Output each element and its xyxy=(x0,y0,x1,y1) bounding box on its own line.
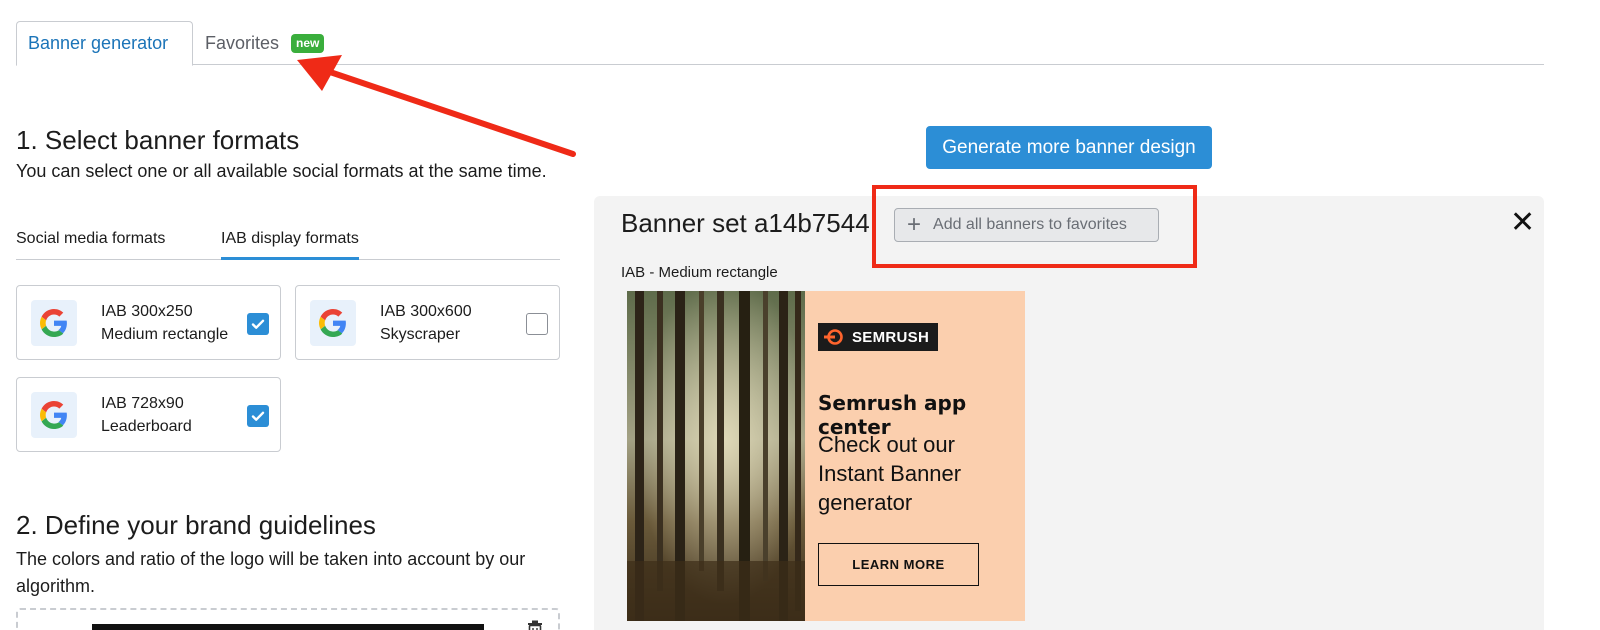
banner-set-title: Banner set a14b7544 xyxy=(621,208,870,238)
format-subtitle: Skyscraper xyxy=(380,326,461,343)
tab-banner-generator-label: Banner generator xyxy=(28,33,169,53)
tab-favorites-label: Favorites xyxy=(205,32,280,53)
ad-body: Check out our Instant Banner generator xyxy=(818,432,962,515)
google-g-icon xyxy=(31,392,77,438)
forest-image xyxy=(627,291,805,621)
semrush-flame-icon xyxy=(824,329,843,345)
format-title: IAB 728x90 xyxy=(101,395,184,412)
section-2-heading: 2. Define your brand guidelines xyxy=(16,510,376,540)
format-card-iab-300x600[interactable]: IAB 300x600 Skyscraper xyxy=(295,285,560,360)
subtab-iab-display[interactable]: IAB display formats xyxy=(221,230,359,260)
format-title: IAB 300x600 xyxy=(380,303,472,320)
format-subtitle: Leaderboard xyxy=(101,418,192,435)
section-2-description: The colors and ratio of the logo will be… xyxy=(16,549,526,596)
format-card-iab-300x250[interactable]: IAB 300x250 Medium rectangle xyxy=(16,285,281,360)
format-card-iab-728x90[interactable]: IAB 728x90 Leaderboard xyxy=(16,377,281,452)
semrush-logo: SEMRUSH xyxy=(818,323,938,351)
highlight-annotation xyxy=(872,185,1197,268)
ad-content: SEMRUSH Semrush app center Check out our… xyxy=(805,291,1025,621)
format-subtitle: Medium rectangle xyxy=(101,326,229,343)
new-badge: new xyxy=(291,33,325,53)
learn-more-button[interactable]: LEARN MORE xyxy=(818,543,979,586)
main-tabs: Banner generator Favorites new xyxy=(16,21,1544,66)
section-1-description: You can select one or all available soci… xyxy=(16,161,547,181)
logo-dropzone[interactable] xyxy=(16,608,560,630)
tab-banner-generator[interactable]: Banner generator xyxy=(16,21,193,66)
format-subtabs: Social media formats IAB display formats xyxy=(16,224,560,260)
subtab-social-media[interactable]: Social media formats xyxy=(16,230,165,260)
uploaded-logo xyxy=(92,624,484,630)
tab-favorites[interactable]: Favorites new xyxy=(205,21,325,65)
google-g-icon xyxy=(31,300,77,346)
trash-icon[interactable] xyxy=(527,620,543,630)
banner-format-label: IAB - Medium rectangle xyxy=(621,264,778,281)
brand-name: SEMRUSH xyxy=(852,328,930,346)
checkmark-icon xyxy=(251,319,265,329)
format-checkbox[interactable] xyxy=(247,405,269,427)
google-g-icon xyxy=(310,300,356,346)
checkmark-icon xyxy=(251,411,265,421)
format-checkbox[interactable] xyxy=(247,313,269,335)
section-1-heading: 1. Select banner formats xyxy=(16,125,300,155)
banner-preview[interactable]: SEMRUSH Semrush app center Check out our… xyxy=(627,291,1025,621)
close-icon[interactable]: ✕ xyxy=(1510,208,1535,238)
format-title: IAB 300x250 xyxy=(101,303,193,320)
format-checkbox[interactable] xyxy=(526,313,548,335)
generate-more-button[interactable]: Generate more banner design xyxy=(926,126,1212,169)
